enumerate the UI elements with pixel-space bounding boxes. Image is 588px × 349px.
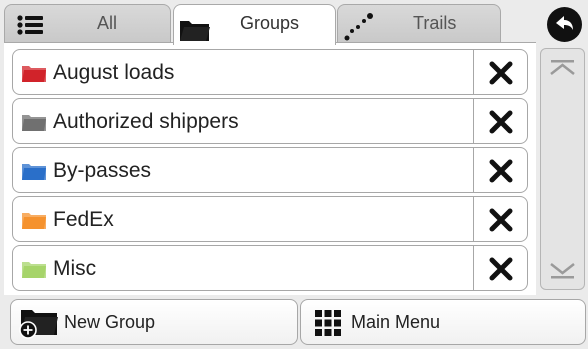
list-icon bbox=[17, 15, 43, 40]
group-label: August loads bbox=[53, 61, 175, 84]
main-menu-button[interactable]: Main Menu bbox=[300, 299, 586, 345]
group-item-by-passes[interactable]: By-passes bbox=[12, 147, 474, 193]
folder-icon bbox=[22, 115, 46, 131]
delete-button[interactable] bbox=[473, 196, 528, 242]
screen: All Groups Trails August loads Authorize… bbox=[0, 0, 588, 349]
close-x-icon bbox=[489, 110, 513, 134]
close-x-icon bbox=[489, 208, 513, 232]
group-label: Authorized shippers bbox=[53, 110, 239, 133]
list-item: Authorized shippers bbox=[12, 98, 528, 144]
folder-icon bbox=[22, 164, 46, 180]
delete-button[interactable] bbox=[473, 49, 528, 95]
folder-icon bbox=[22, 262, 46, 278]
back-button[interactable] bbox=[547, 7, 582, 42]
tab-all-label: All bbox=[97, 13, 118, 33]
delete-button[interactable] bbox=[473, 147, 528, 193]
group-label: Misc bbox=[53, 257, 97, 280]
folder-icon bbox=[22, 213, 46, 229]
scroll-top-button[interactable] bbox=[545, 54, 580, 84]
close-x-icon bbox=[489, 61, 513, 85]
tab-bar: All Groups Trails bbox=[0, 0, 588, 45]
delete-button[interactable] bbox=[473, 245, 528, 291]
tab-all[interactable]: All bbox=[4, 4, 171, 42]
scrollbar[interactable] bbox=[540, 48, 585, 290]
back-arrow-icon bbox=[556, 16, 573, 30]
close-x-icon bbox=[489, 257, 513, 281]
list-item: FedEx bbox=[12, 196, 528, 242]
group-label: By-passes bbox=[53, 159, 152, 182]
tab-trails[interactable]: Trails bbox=[337, 4, 501, 42]
group-item-authorized-shippers[interactable]: Authorized shippers bbox=[12, 98, 474, 144]
folder-add-icon bbox=[19, 310, 58, 339]
group-item-fedex[interactable]: FedEx bbox=[12, 196, 474, 242]
list-item: August loads bbox=[12, 49, 528, 95]
new-group-label: New Group bbox=[64, 312, 156, 332]
trail-dots-icon bbox=[344, 11, 374, 46]
list-item: By-passes bbox=[12, 147, 528, 193]
grid-icon bbox=[315, 310, 341, 336]
scroll-bottom-icon bbox=[550, 263, 575, 279]
group-item-misc[interactable]: Misc bbox=[12, 245, 474, 291]
list-item: Misc bbox=[12, 245, 528, 291]
main-menu-label: Main Menu bbox=[351, 312, 441, 332]
folder-icon bbox=[22, 66, 46, 82]
group-item-august-loads[interactable]: August loads bbox=[12, 49, 474, 95]
tab-groups-label: Groups bbox=[240, 13, 300, 33]
folder-icon bbox=[179, 18, 211, 47]
delete-button[interactable] bbox=[473, 98, 528, 144]
group-label: FedEx bbox=[53, 208, 114, 231]
tab-groups[interactable]: Groups bbox=[173, 4, 336, 45]
scroll-top-icon bbox=[550, 60, 575, 75]
tab-trails-label: Trails bbox=[413, 13, 457, 33]
close-x-icon bbox=[489, 159, 513, 183]
scroll-bottom-button[interactable] bbox=[545, 254, 580, 284]
group-list: August loads Authorized shippers By-pass… bbox=[4, 42, 536, 295]
new-group-button[interactable]: New Group bbox=[10, 299, 298, 345]
